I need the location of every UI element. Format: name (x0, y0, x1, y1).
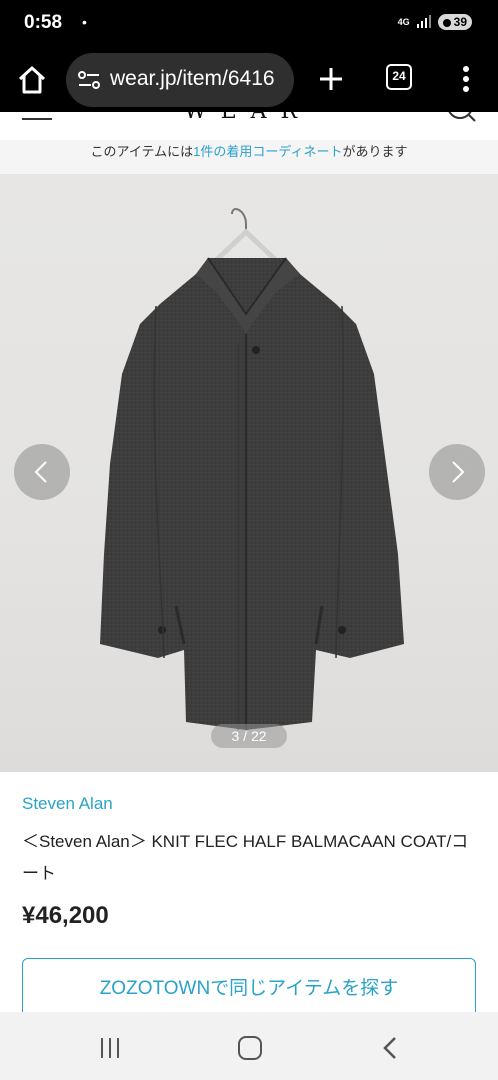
signal-icon (416, 15, 431, 28)
recent-apps-icon[interactable] (98, 1038, 124, 1058)
product-image (100, 208, 404, 730)
search-icon[interactable] (444, 112, 478, 126)
next-image-button[interactable] (429, 444, 485, 500)
product-title: ＜Steven Alan＞ KNIT FLEC HALF BALMACAAN C… (22, 832, 469, 883)
coordinate-banner: このアイテムには1件の着用コーディネートがあります (0, 140, 498, 174)
address-bar[interactable]: wear.jp/item/6416 (66, 53, 294, 107)
notification-dot: • (82, 14, 87, 30)
system-navigation-bar (0, 1012, 498, 1080)
chevron-right-icon (452, 461, 465, 483)
image-counter: 3 / 22 (211, 724, 287, 748)
wear-logo[interactable]: WEAR (184, 112, 311, 124)
previous-image-button[interactable] (14, 444, 70, 500)
tabs-button[interactable]: 24 (386, 64, 412, 90)
back-icon[interactable] (380, 1036, 400, 1060)
more-menu-icon (463, 66, 469, 92)
home-icon (18, 66, 46, 94)
hamburger-menu-icon[interactable] (22, 114, 52, 120)
status-bar: 0:58 • 4G 39 (0, 0, 498, 48)
chevron-left-icon (34, 461, 47, 483)
home-button[interactable] (14, 62, 50, 98)
status-icons: 4G 39 (398, 14, 472, 30)
battery-indicator: 39 (437, 14, 472, 30)
coord-banner-suffix: があります (342, 144, 408, 159)
browser-toolbar: wear.jp/item/6416 24 (0, 48, 498, 112)
coord-banner-prefix: このアイテムには (90, 144, 194, 159)
brand-link[interactable]: Steven Alan (22, 794, 113, 814)
status-time: 0:58 (24, 12, 63, 33)
new-tab-icon (320, 68, 342, 90)
new-tab-button[interactable] (314, 62, 348, 96)
more-menu-button[interactable] (456, 62, 476, 96)
url-text: wear.jp/item/6416 (110, 67, 275, 90)
coord-banner-link[interactable]: 1件の着用コーディネート (193, 144, 342, 159)
network-type: 4G (397, 16, 410, 27)
product-price: ¥46,200 (22, 902, 109, 929)
home-nav-icon[interactable] (238, 1036, 262, 1060)
site-header: WEAR (0, 112, 498, 140)
site-info-icon[interactable] (78, 71, 100, 89)
product-image-gallery[interactable]: 3 / 22 (0, 174, 498, 772)
